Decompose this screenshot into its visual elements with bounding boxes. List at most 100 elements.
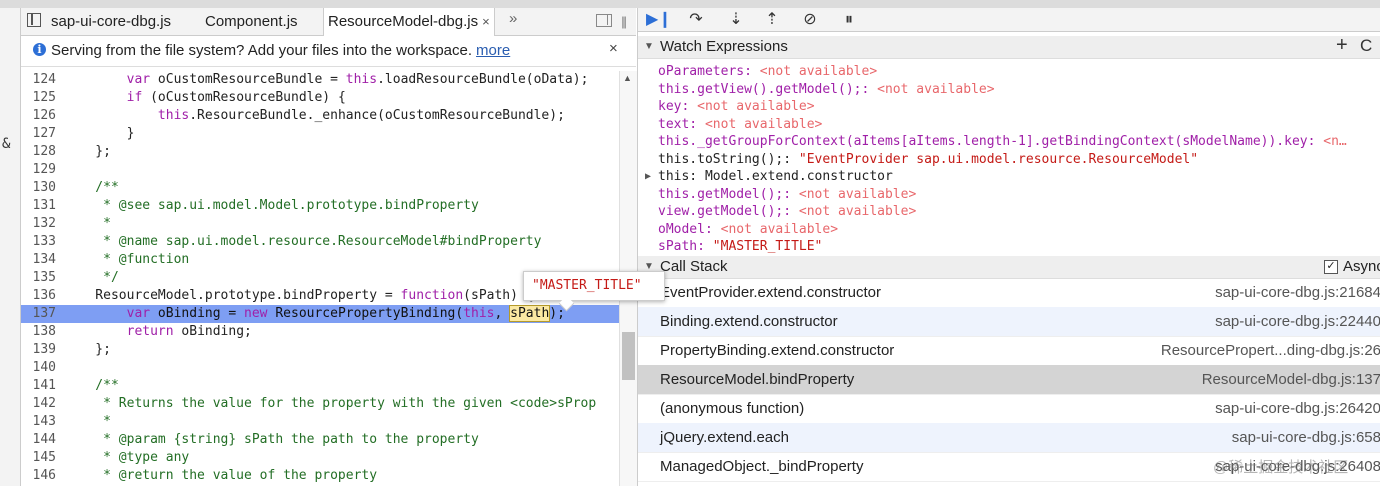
code-line[interactable]: 128 }; — [21, 143, 619, 161]
line-number[interactable]: 140 — [21, 359, 56, 377]
watch-item[interactable]: text: <not available> — [658, 116, 822, 134]
step-out-icon[interactable]: ⇡ — [762, 10, 782, 29]
tab-component[interactable]: Component.js — [205, 8, 298, 35]
hovered-token[interactable]: sPath — [509, 305, 551, 322]
line-number[interactable]: 142 — [21, 395, 56, 413]
code-line[interactable]: 126 this.ResourceBundle._enhance(oCustom… — [21, 107, 619, 125]
watch-item[interactable]: view.getModel();: <not available> — [658, 203, 916, 221]
infobar-more-link[interactable]: more — [476, 42, 510, 59]
code-line[interactable]: 144 * @param {string} sPath the path to … — [21, 431, 619, 449]
frame-location[interactable]: ResourceModel-dbg.js:137 — [1202, 365, 1380, 394]
code-line[interactable]: 133 * @name sap.ui.model.resource.Resour… — [21, 233, 619, 251]
line-number[interactable]: 134 — [21, 251, 56, 269]
line-number[interactable]: 131 — [21, 197, 56, 215]
close-tab-icon[interactable]: × — [482, 14, 490, 29]
code-line[interactable]: 130 /** — [21, 179, 619, 197]
watch-item[interactable]: sPath: "MASTER_TITLE" — [658, 238, 822, 253]
line-number[interactable]: 137 — [21, 305, 56, 323]
call-frame[interactable]: PropertyBinding.extend.constructor Resour… — [638, 336, 1380, 366]
call-frame[interactable]: ResourceModel.bindProperty ResourceModel-… — [638, 365, 1380, 395]
watch-item[interactable]: key: <not available> — [658, 98, 815, 116]
watch-item[interactable]: oParameters: <not available> — [658, 63, 877, 81]
frame-location[interactable]: ResourcePropert...ding-dbg.js:26 — [1161, 336, 1380, 365]
refresh-watch-icon[interactable]: C — [1360, 35, 1372, 57]
watch-item[interactable]: this.toString();: "EventProvider sap.ui.… — [658, 151, 1198, 169]
line-number[interactable]: 143 — [21, 413, 56, 431]
line-number[interactable]: 124 — [21, 71, 56, 89]
code-line[interactable]: 143 * — [21, 413, 619, 431]
line-code: return oBinding; — [126, 324, 252, 339]
scrollbar-thumb[interactable] — [622, 332, 635, 380]
code-line[interactable]: 137 var oBinding = new ResourcePropertyB… — [21, 305, 619, 323]
call-frame[interactable]: jQuery.extend.each sap-ui-core-dbg.js:658 — [638, 423, 1380, 453]
line-number[interactable]: 125 — [21, 89, 56, 107]
code-line[interactable]: 139 }; — [21, 341, 619, 359]
pause-on-exceptions-icon[interactable]: ⏸ — [839, 10, 859, 29]
line-number[interactable]: 144 — [21, 431, 56, 449]
code-line[interactable]: 124 var oCustomResourceBundle = this.loa… — [21, 71, 619, 89]
code-line[interactable]: 127 } — [21, 125, 619, 143]
editor-tab-bar: sap-ui-core-dbg.js Component.js Resource… — [21, 8, 636, 36]
resume-icon[interactable]: ▶❙ — [646, 10, 672, 29]
watch-item[interactable]: this.getView().getModel();: <not availab… — [658, 81, 995, 99]
code-line[interactable]: 145 * @type any — [21, 449, 619, 467]
frame-location[interactable]: sap-ui-core-dbg.js:22440 — [1215, 307, 1380, 336]
toggle-debugger-pane-icon[interactable] — [596, 14, 612, 27]
line-number[interactable]: 127 — [21, 125, 56, 143]
line-number[interactable]: 133 — [21, 233, 56, 251]
line-number[interactable]: 128 — [21, 143, 56, 161]
line-code: var oCustomResourceBundle = this.loadRes… — [126, 72, 589, 87]
code-line[interactable]: 141 /** — [21, 377, 619, 395]
code-line[interactable]: 134 * @function — [21, 251, 619, 269]
sidebar-toggle-icon[interactable] — [27, 13, 41, 27]
line-number[interactable]: 130 — [21, 179, 56, 197]
code-line[interactable]: 140 — [21, 359, 619, 377]
step-into-icon[interactable]: ⇣ — [726, 10, 746, 29]
line-number[interactable]: 145 — [21, 449, 56, 467]
call-frame[interactable]: (anonymous function) sap-ui-core-dbg.js:2… — [638, 394, 1380, 424]
frame-function: EventProvider.extend.constructor — [660, 284, 881, 301]
watch-item[interactable]: ▶ this: Model.extend.constructor — [645, 168, 893, 186]
line-number[interactable]: 135 — [21, 269, 56, 287]
line-number[interactable]: 132 — [21, 215, 56, 233]
line-number[interactable]: 126 — [21, 107, 56, 125]
more-tabs-icon[interactable]: » — [509, 10, 517, 27]
code-line[interactable]: 132 * — [21, 215, 619, 233]
tab-sap-ui-core[interactable]: sap-ui-core-dbg.js — [51, 8, 171, 35]
close-infobar-icon[interactable]: × — [609, 40, 618, 57]
code-line[interactable]: 125 if (oCustomResourceBundle) { — [21, 89, 619, 107]
code-line[interactable]: 138 return oBinding; — [21, 323, 619, 341]
line-number[interactable]: 146 — [21, 467, 56, 485]
frame-location[interactable]: sap-ui-core-dbg.js:26420 — [1215, 394, 1380, 423]
code-line[interactable]: 142 * Returns the value for the property… — [21, 395, 619, 413]
scroll-up-icon[interactable]: ▲ — [623, 73, 632, 83]
code-line[interactable]: 146 * @return the value of the property — [21, 467, 619, 485]
line-number[interactable]: 129 — [21, 161, 56, 179]
frame-function: PropertyBinding.extend.constructor — [660, 342, 895, 359]
watch-item[interactable]: this.getModel();: <not available> — [658, 186, 916, 204]
watch-expressions-header[interactable]: ▼ Watch Expressions + C — [638, 34, 1380, 59]
line-number[interactable]: 138 — [21, 323, 56, 341]
call-frame[interactable]: EventProvider.extend.constructor sap-ui-c… — [638, 278, 1380, 308]
frame-location[interactable]: sap-ui-core-dbg.js:21684 — [1215, 278, 1380, 307]
line-number[interactable]: 139 — [21, 341, 56, 359]
call-frame[interactable]: Binding.extend.constructor sap-ui-core-db… — [638, 307, 1380, 337]
watch-item[interactable]: oModel: <not available> — [658, 221, 838, 239]
async-checkbox[interactable]: ✓ — [1324, 260, 1338, 274]
line-number[interactable]: 136 — [21, 287, 56, 305]
expand-triangle-icon[interactable]: ▶ — [645, 168, 651, 186]
step-over-icon[interactable]: ↷ — [686, 10, 706, 29]
call-stack-header[interactable]: ▼ Call Stack ✓ Async — [638, 256, 1380, 279]
watch-item[interactable]: this._getGroupForContext(aItems[aItems.l… — [658, 133, 1347, 151]
pane-separator-icon: ||| — [621, 14, 627, 29]
code-line[interactable]: 131 * @see sap.ui.model.Model.prototype.… — [21, 197, 619, 215]
deactivate-breakpoints-icon[interactable]: ⊘ — [800, 10, 820, 29]
watch-value: "MASTER_TITLE" — [712, 239, 823, 253]
line-number[interactable]: 141 — [21, 377, 56, 395]
add-watch-icon[interactable]: + — [1336, 34, 1348, 56]
watch-expression: key: — [658, 99, 690, 114]
info-icon: i — [33, 43, 46, 56]
tab-resource-model[interactable]: ResourceModel-dbg.js × — [323, 8, 495, 36]
frame-location[interactable]: sap-ui-core-dbg.js:658 — [1232, 423, 1380, 452]
code-line[interactable]: 129 — [21, 161, 619, 179]
